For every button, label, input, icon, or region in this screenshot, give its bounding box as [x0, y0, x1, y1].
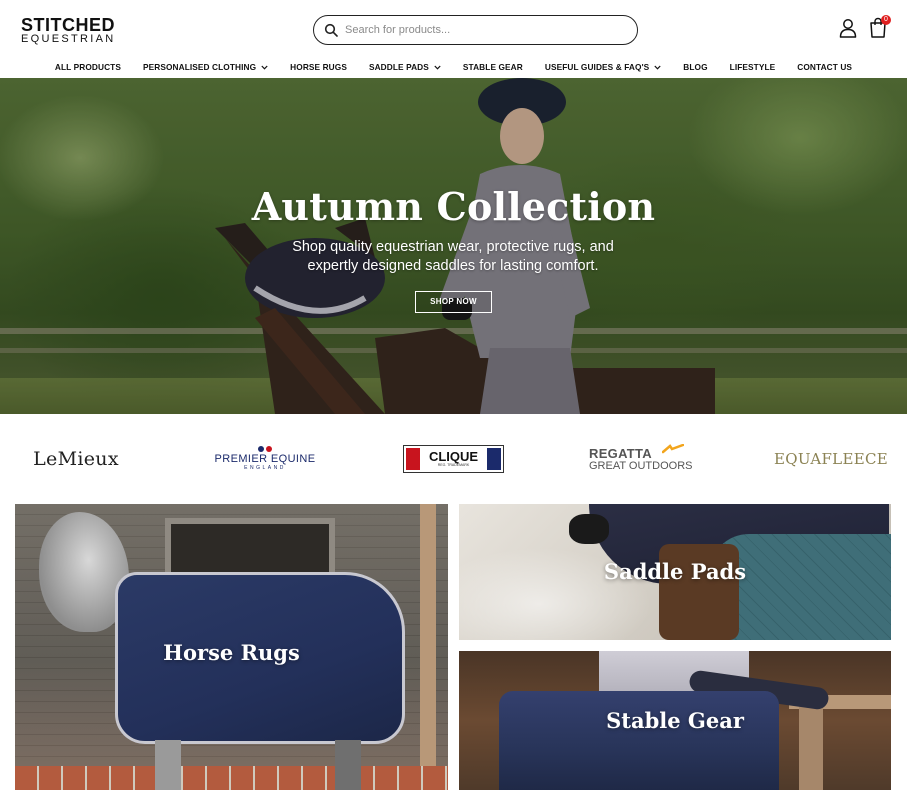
navy-gear-bag [499, 691, 779, 790]
nav-item-all-products[interactable]: ALL PRODUCTS [55, 62, 121, 72]
nav-label: USEFUL GUIDES & FAQ'S [544, 62, 650, 72]
category-tile-saddle-pads[interactable]: Saddle Pads [459, 504, 891, 640]
brand-tagline: GREAT OUTDOORS [589, 459, 693, 472]
brand-logo-equafleece[interactable]: EQUAFLEECE [772, 442, 890, 476]
nav-label: ALL PRODUCTS [54, 62, 121, 72]
hero-banner: Autumn Collection Shop quality equestria… [0, 78, 907, 414]
nav-label: PERSONALISED CLOTHING [142, 62, 257, 72]
logo-wordmark: STITCHED [21, 15, 115, 35]
nav-item-blog[interactable]: BLOG [683, 62, 707, 72]
logo-subtitle: EQUESTRIAN [21, 33, 116, 45]
horse-leg [335, 740, 361, 790]
search-bar[interactable] [313, 15, 638, 45]
brand-logo-premier-equine[interactable]: PREMIER EQUINE ENGLAND [205, 442, 325, 476]
brand-logo-lemieux[interactable]: LeMieux [20, 442, 132, 476]
nav-item-lifestyle[interactable]: LIFESTYLE [730, 62, 776, 72]
main-navigation: ALL PRODUCTS PERSONALISED CLOTHING HORSE… [0, 58, 907, 76]
chevron-down-icon [434, 65, 441, 70]
brand-name: LeMieux [33, 448, 119, 470]
clique-center: CLIQUE REG. TRADEMARK [420, 450, 487, 468]
brick-base [15, 766, 448, 790]
user-account-icon[interactable] [839, 18, 857, 38]
nav-item-horse-rugs[interactable]: HORSE RUGS [290, 62, 347, 72]
chevron-down-icon [261, 65, 268, 70]
premier-equine-emblem-icon [258, 446, 272, 452]
search-icon[interactable] [324, 23, 338, 37]
nav-label: BLOG [683, 62, 708, 72]
nav-item-saddle-pads[interactable]: SADDLE PADS [369, 62, 441, 72]
site-header: STITCHED EQUESTRIAN 0 ALL PRODUCTS PERSO… [0, 0, 907, 78]
nav-label: LIFESTYLE [729, 62, 776, 72]
site-logo[interactable]: STITCHED EQUESTRIAN [21, 15, 116, 46]
nav-item-useful-guides[interactable]: USEFUL GUIDES & FAQ'S [545, 62, 661, 72]
search-input[interactable] [345, 24, 625, 36]
brand-name: CLIQUE [428, 449, 479, 464]
category-tile-stable-gear[interactable]: Stable Gear [459, 651, 891, 790]
nav-item-personalised-clothing[interactable]: PERSONALISED CLOTHING [143, 62, 268, 72]
nav-label: CONTACT US [797, 62, 853, 72]
shop-now-button[interactable]: SHOP NOW [415, 291, 492, 313]
brand-country: ENGLAND [244, 465, 286, 471]
brand-name: REGATTA [589, 445, 652, 461]
brand-logo-clique[interactable]: CLIQUE REG. TRADEMARK [403, 445, 504, 473]
hero-title: Autumn Collection [251, 184, 656, 229]
brand-logo-regatta[interactable]: REGATTA GREAT OUTDOORS [589, 442, 699, 476]
brand-name: PREMIER EQUINE [214, 453, 316, 465]
category-label-stable-gear: Stable Gear [606, 708, 744, 733]
brand-trademark: REG. TRADEMARK [437, 463, 470, 467]
clique-blue-stripe [487, 448, 501, 470]
cart-count-badge: 0 [881, 15, 891, 25]
hero-subtitle: Shop quality equestrian wear, protective… [292, 239, 614, 274]
nav-label: HORSE RUGS [290, 62, 347, 72]
clique-red-stripe [406, 448, 420, 470]
category-tile-horse-rugs[interactable]: Horse Rugs [15, 504, 448, 790]
nav-label: SADDLE PADS [368, 62, 429, 72]
brand-name: EQUAFLEECE [774, 450, 888, 468]
chevron-down-icon [654, 65, 661, 70]
brand-logo-strip: LeMieux PREMIER EQUINE ENGLAND CLIQUE RE… [0, 414, 907, 504]
nav-label: STABLE GEAR [462, 62, 523, 72]
category-label-horse-rugs: Horse Rugs [163, 640, 300, 665]
black-glove [569, 514, 609, 544]
regatta-swoosh-icon [662, 444, 684, 454]
nav-item-contact-us[interactable]: CONTACT US [797, 62, 852, 72]
nav-item-stable-gear[interactable]: STABLE GEAR [463, 62, 523, 72]
horse-leg [155, 740, 181, 790]
category-label-saddle-pads: Saddle Pads [603, 559, 747, 584]
